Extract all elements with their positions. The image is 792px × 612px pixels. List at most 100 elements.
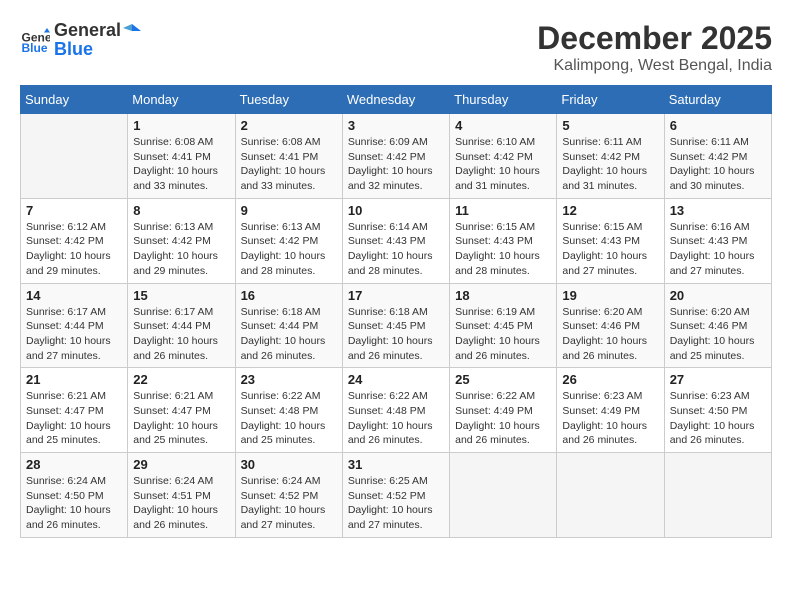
calendar-cell: 18 Sunrise: 6:19 AMSunset: 4:45 PMDayligh… (450, 283, 557, 368)
calendar-cell (21, 114, 128, 199)
calendar-cell: 12 Sunrise: 6:15 AMSunset: 4:43 PMDayligh… (557, 198, 664, 283)
day-number: 28 (26, 457, 122, 472)
day-number: 15 (133, 288, 229, 303)
day-info: Sunrise: 6:24 AMSunset: 4:52 PMDaylight:… (241, 474, 337, 533)
calendar-cell: 6 Sunrise: 6:11 AMSunset: 4:42 PMDaylight… (664, 114, 771, 199)
calendar-week-row: 1 Sunrise: 6:08 AMSunset: 4:41 PMDaylight… (21, 114, 772, 199)
day-info: Sunrise: 6:22 AMSunset: 4:48 PMDaylight:… (241, 389, 337, 448)
day-info: Sunrise: 6:18 AMSunset: 4:44 PMDaylight:… (241, 305, 337, 364)
day-info: Sunrise: 6:18 AMSunset: 4:45 PMDaylight:… (348, 305, 444, 364)
calendar-cell: 25 Sunrise: 6:22 AMSunset: 4:49 PMDayligh… (450, 368, 557, 453)
day-number: 5 (562, 118, 658, 133)
calendar-cell: 2Sunrise: 6:08 AMSunset: 4:41 PMDaylight… (235, 114, 342, 199)
day-number: 17 (348, 288, 444, 303)
calendar-table: SundayMondayTuesdayWednesdayThursdayFrid… (20, 85, 772, 538)
day-number: 10 (348, 203, 444, 218)
calendar-cell: 26 Sunrise: 6:23 AMSunset: 4:49 PMDayligh… (557, 368, 664, 453)
day-info: Sunrise: 6:22 AMSunset: 4:49 PMDaylight:… (455, 389, 551, 448)
day-number: 8 (133, 203, 229, 218)
day-info: Sunrise: 6:17 AMSunset: 4:44 PMDaylight:… (133, 305, 229, 364)
calendar-cell: 21 Sunrise: 6:21 AMSunset: 4:47 PMDayligh… (21, 368, 128, 453)
day-number: 2 (241, 118, 337, 133)
header-saturday: Saturday (664, 86, 771, 114)
day-info: Sunrise: 6:13 AMSunset: 4:42 PMDaylight:… (133, 220, 229, 279)
day-info: Sunrise: 6:21 AMSunset: 4:47 PMDaylight:… (133, 389, 229, 448)
day-info: Sunrise: 6:25 AMSunset: 4:52 PMDaylight:… (348, 474, 444, 533)
calendar-cell: 30 Sunrise: 6:24 AMSunset: 4:52 PMDayligh… (235, 453, 342, 538)
day-info: Sunrise: 6:13 AMSunset: 4:42 PMDaylight:… (241, 220, 337, 279)
day-number: 9 (241, 203, 337, 218)
calendar-cell: 24 Sunrise: 6:22 AMSunset: 4:48 PMDayligh… (342, 368, 449, 453)
day-info: Sunrise: 6:12 AMSunset: 4:42 PMDaylight:… (26, 220, 122, 279)
day-number: 21 (26, 372, 122, 387)
day-info: Sunrise: 6:11 AMSunset: 4:42 PMDaylight:… (670, 135, 766, 194)
day-info: Sunrise: 6:15 AMSunset: 4:43 PMDaylight:… (562, 220, 658, 279)
calendar-cell: 9 Sunrise: 6:13 AMSunset: 4:42 PMDaylight… (235, 198, 342, 283)
calendar-cell (664, 453, 771, 538)
logo-blue: Blue (54, 39, 141, 60)
day-info: Sunrise: 6:22 AMSunset: 4:48 PMDaylight:… (348, 389, 444, 448)
calendar-cell: 13 Sunrise: 6:16 AMSunset: 4:43 PMDayligh… (664, 198, 771, 283)
logo-bird-icon (123, 22, 141, 40)
header-sunday: Sunday (21, 86, 128, 114)
day-number: 22 (133, 372, 229, 387)
calendar-cell (450, 453, 557, 538)
calendar-week-row: 21 Sunrise: 6:21 AMSunset: 4:47 PMDayligh… (21, 368, 772, 453)
day-number: 27 (670, 372, 766, 387)
day-number: 24 (348, 372, 444, 387)
day-number: 7 (26, 203, 122, 218)
day-number: 16 (241, 288, 337, 303)
logo-icon: General Blue (20, 25, 50, 55)
day-info: Sunrise: 6:14 AMSunset: 4:43 PMDaylight:… (348, 220, 444, 279)
day-number: 26 (562, 372, 658, 387)
calendar-cell: 7 Sunrise: 6:12 AMSunset: 4:42 PMDaylight… (21, 198, 128, 283)
calendar-cell: 23 Sunrise: 6:22 AMSunset: 4:48 PMDayligh… (235, 368, 342, 453)
header-thursday: Thursday (450, 86, 557, 114)
calendar-week-row: 14 Sunrise: 6:17 AMSunset: 4:44 PMDayligh… (21, 283, 772, 368)
day-number: 14 (26, 288, 122, 303)
month-title: December 2025 (537, 20, 772, 57)
day-info: Sunrise: 6:10 AMSunset: 4:42 PMDaylight:… (455, 135, 551, 194)
calendar-cell: 15 Sunrise: 6:17 AMSunset: 4:44 PMDayligh… (128, 283, 235, 368)
day-info: Sunrise: 6:23 AMSunset: 4:49 PMDaylight:… (562, 389, 658, 448)
calendar-cell: 10 Sunrise: 6:14 AMSunset: 4:43 PMDayligh… (342, 198, 449, 283)
day-number: 29 (133, 457, 229, 472)
calendar-cell: 29 Sunrise: 6:24 AMSunset: 4:51 PMDayligh… (128, 453, 235, 538)
day-number: 4 (455, 118, 551, 133)
calendar-cell: 17 Sunrise: 6:18 AMSunset: 4:45 PMDayligh… (342, 283, 449, 368)
day-info: Sunrise: 6:20 AMSunset: 4:46 PMDaylight:… (562, 305, 658, 364)
day-info: Sunrise: 6:24 AMSunset: 4:51 PMDaylight:… (133, 474, 229, 533)
day-info: Sunrise: 6:17 AMSunset: 4:44 PMDaylight:… (26, 305, 122, 364)
calendar-cell: 5 Sunrise: 6:11 AMSunset: 4:42 PMDaylight… (557, 114, 664, 199)
day-info: Sunrise: 6:23 AMSunset: 4:50 PMDaylight:… (670, 389, 766, 448)
day-number: 6 (670, 118, 766, 133)
page-header: General Blue General Blue December 2025 … (20, 20, 772, 75)
day-number: 3 (348, 118, 444, 133)
svg-text:Blue: Blue (22, 41, 48, 55)
day-number: 23 (241, 372, 337, 387)
calendar-cell: 14 Sunrise: 6:17 AMSunset: 4:44 PMDayligh… (21, 283, 128, 368)
day-number: 18 (455, 288, 551, 303)
calendar-week-row: 7 Sunrise: 6:12 AMSunset: 4:42 PMDaylight… (21, 198, 772, 283)
calendar-cell: 31 Sunrise: 6:25 AMSunset: 4:52 PMDayligh… (342, 453, 449, 538)
day-number: 31 (348, 457, 444, 472)
day-number: 12 (562, 203, 658, 218)
day-number: 1 (133, 118, 229, 133)
calendar-cell: 3Sunrise: 6:09 AMSunset: 4:42 PMDaylight… (342, 114, 449, 199)
day-info: Sunrise: 6:11 AMSunset: 4:42 PMDaylight:… (562, 135, 658, 194)
day-info: Sunrise: 6:15 AMSunset: 4:43 PMDaylight:… (455, 220, 551, 279)
day-number: 25 (455, 372, 551, 387)
logo-general: General (54, 20, 121, 41)
day-info: Sunrise: 6:19 AMSunset: 4:45 PMDaylight:… (455, 305, 551, 364)
calendar-week-row: 28 Sunrise: 6:24 AMSunset: 4:50 PMDayligh… (21, 453, 772, 538)
calendar-cell: 4 Sunrise: 6:10 AMSunset: 4:42 PMDaylight… (450, 114, 557, 199)
calendar-cell: 27 Sunrise: 6:23 AMSunset: 4:50 PMDayligh… (664, 368, 771, 453)
calendar-cell (557, 453, 664, 538)
day-number: 13 (670, 203, 766, 218)
day-info: Sunrise: 6:24 AMSunset: 4:50 PMDaylight:… (26, 474, 122, 533)
day-number: 30 (241, 457, 337, 472)
day-info: Sunrise: 6:21 AMSunset: 4:47 PMDaylight:… (26, 389, 122, 448)
day-info: Sunrise: 6:16 AMSunset: 4:43 PMDaylight:… (670, 220, 766, 279)
day-info: Sunrise: 6:08 AMSunset: 4:41 PMDaylight:… (133, 135, 229, 194)
day-info: Sunrise: 6:20 AMSunset: 4:46 PMDaylight:… (670, 305, 766, 364)
